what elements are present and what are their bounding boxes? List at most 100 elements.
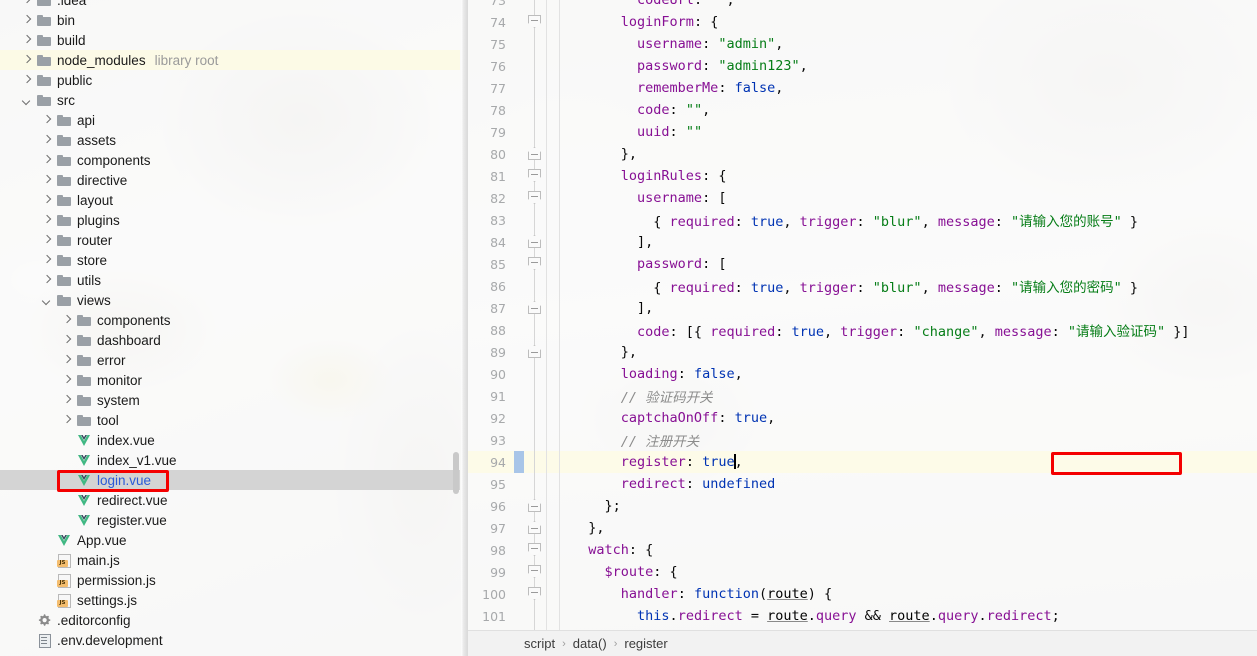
gutter-change-marker[interactable] xyxy=(514,187,524,209)
gutter-change-marker[interactable] xyxy=(514,583,524,605)
code-fold-marker[interactable] xyxy=(524,11,546,33)
code-fold-marker[interactable] xyxy=(524,165,546,187)
code-line-text[interactable]: ], xyxy=(572,300,1257,316)
fold-end-icon[interactable] xyxy=(528,345,541,358)
code-line-text[interactable]: codeUrl: "", xyxy=(572,0,1257,8)
code-line-81[interactable]: 81 loginRules: { xyxy=(468,165,1257,187)
fold-end-icon[interactable] xyxy=(528,499,541,512)
code-line-text[interactable]: username: "admin", xyxy=(572,36,1257,52)
fold-collapse-icon[interactable] xyxy=(528,565,541,578)
code-fold-marker[interactable] xyxy=(524,187,546,209)
gutter-change-marker[interactable] xyxy=(514,363,524,385)
code-line-text[interactable]: }, xyxy=(572,520,1257,536)
project-tree-panel[interactable]: .idea bin build node_modules library root pub… xyxy=(0,0,468,656)
tree-item-login-vue[interactable]: login.vue xyxy=(0,470,460,490)
code-line-text[interactable]: handler: function(route) { xyxy=(572,586,1257,602)
chevron-right-icon[interactable] xyxy=(42,255,53,266)
fold-end-icon[interactable] xyxy=(528,521,541,534)
code-text-area[interactable]: 73 codeUrl: "", 74 loginForm: {75 usernam… xyxy=(468,0,1257,630)
code-line-text[interactable]: { required: true, trigger: "blur", messa… xyxy=(572,276,1257,296)
gutter-change-marker[interactable] xyxy=(514,297,524,319)
gutter-change-marker[interactable] xyxy=(514,517,524,539)
code-line-76[interactable]: 76 password: "admin123", xyxy=(468,55,1257,77)
code-line-91[interactable]: 91 // 验证码开关 xyxy=(468,385,1257,407)
code-line-78[interactable]: 78 code: "", xyxy=(468,99,1257,121)
code-line-text[interactable]: uuid: "" xyxy=(572,124,1257,140)
gutter-change-marker[interactable] xyxy=(514,605,524,627)
code-line-86[interactable]: 86 { required: true, trigger: "blur", me… xyxy=(468,275,1257,297)
code-line-95[interactable]: 95 redirect: undefined xyxy=(468,473,1257,495)
gutter-change-marker[interactable] xyxy=(514,99,524,121)
gutter-change-marker[interactable] xyxy=(514,561,524,583)
gutter-change-marker[interactable] xyxy=(514,231,524,253)
tree-item-components[interactable]: components xyxy=(0,310,460,330)
gutter-change-marker[interactable] xyxy=(514,319,524,341)
fold-collapse-icon[interactable] xyxy=(528,191,541,204)
tree-item-router[interactable]: router xyxy=(0,230,460,250)
chevron-right-icon[interactable] xyxy=(22,0,33,6)
tree-item-assets[interactable]: assets xyxy=(0,130,460,150)
chevron-right-icon[interactable] xyxy=(22,15,33,26)
tree-item-register-vue[interactable]: register.vue xyxy=(0,510,460,530)
tree-item-editorconfig[interactable]: .editorconfig xyxy=(0,610,460,630)
tree-item-utils[interactable]: utils xyxy=(0,270,460,290)
code-line-text[interactable]: username: [ xyxy=(572,190,1257,206)
code-line-89[interactable]: 89 }, xyxy=(468,341,1257,363)
code-line-text[interactable]: $route: { xyxy=(572,564,1257,580)
tree-item-settings-js[interactable]: settings.js xyxy=(0,590,460,610)
gutter-change-marker[interactable] xyxy=(514,121,524,143)
chevron-right-icon[interactable] xyxy=(62,355,73,366)
code-fold-marker[interactable] xyxy=(524,341,546,363)
tree-item-store[interactable]: store xyxy=(0,250,460,270)
gutter-change-marker[interactable] xyxy=(514,253,524,275)
breadcrumb-item-script[interactable]: script xyxy=(524,636,555,651)
project-tree-scrollbar-thumb[interactable] xyxy=(453,452,459,494)
tree-item-index-v1-vue[interactable]: index_v1.vue xyxy=(0,450,460,470)
code-line-text[interactable]: }, xyxy=(572,344,1257,360)
tree-item-public[interactable]: public xyxy=(0,70,460,90)
project-tree-scrollbar[interactable] xyxy=(452,0,460,656)
tree-item-index-vue[interactable]: index.vue xyxy=(0,430,460,450)
code-line-text[interactable]: register: true, xyxy=(572,454,1257,470)
code-line-94[interactable]: 94 register: true, xyxy=(468,451,1257,473)
tree-item-dashboard[interactable]: dashboard xyxy=(0,330,460,350)
gutter-change-marker[interactable] xyxy=(514,77,524,99)
code-line-88[interactable]: 88 code: [{ required: true, trigger: "ch… xyxy=(468,319,1257,341)
code-line-79[interactable]: 79 uuid: "" xyxy=(468,121,1257,143)
tree-item-node-modules[interactable]: node_modules library root xyxy=(0,50,460,70)
code-line-text[interactable]: loginForm: { xyxy=(572,14,1257,30)
code-fold-marker[interactable] xyxy=(524,143,546,165)
chevron-right-icon[interactable] xyxy=(62,335,73,346)
code-fold-marker[interactable] xyxy=(524,495,546,517)
gutter-change-marker[interactable] xyxy=(514,407,524,429)
code-line-text[interactable]: watch: { xyxy=(572,542,1257,558)
tree-item-bin[interactable]: bin xyxy=(0,10,460,30)
gutter-change-marker[interactable] xyxy=(514,539,524,561)
tree-item-plugins[interactable]: plugins xyxy=(0,210,460,230)
tree-item-redirect-vue[interactable]: redirect.vue xyxy=(0,490,460,510)
chevron-right-icon[interactable] xyxy=(62,415,73,426)
fold-collapse-icon[interactable] xyxy=(528,15,541,28)
code-line-text[interactable]: }; xyxy=(572,498,1257,514)
code-line-82[interactable]: 82 username: [ xyxy=(468,187,1257,209)
chevron-right-icon[interactable] xyxy=(62,315,73,326)
code-fold-marker[interactable] xyxy=(524,231,546,253)
code-line-text[interactable]: loading: false, xyxy=(572,366,1257,382)
code-line-text[interactable]: code: [{ required: true, trigger: "chang… xyxy=(572,320,1257,340)
tree-item-error[interactable]: error xyxy=(0,350,460,370)
code-line-97[interactable]: 97 }, xyxy=(468,517,1257,539)
code-line-87[interactable]: 87 ], xyxy=(468,297,1257,319)
tree-item-app-vue[interactable]: App.vue xyxy=(0,530,460,550)
code-line-73[interactable]: 73 codeUrl: "", xyxy=(468,0,1257,11)
fold-end-icon[interactable] xyxy=(528,301,541,314)
chevron-right-icon[interactable] xyxy=(22,75,33,86)
fold-collapse-icon[interactable] xyxy=(528,587,541,600)
code-line-74[interactable]: 74 loginForm: { xyxy=(468,11,1257,33)
chevron-right-icon[interactable] xyxy=(22,35,33,46)
code-line-75[interactable]: 75 username: "admin", xyxy=(468,33,1257,55)
gutter-change-marker[interactable] xyxy=(514,385,524,407)
code-line-text[interactable]: password: [ xyxy=(572,256,1257,272)
code-fold-marker[interactable] xyxy=(524,561,546,583)
panel-divider[interactable] xyxy=(461,0,468,656)
tree-item-env-development[interactable]: .env.development xyxy=(0,630,460,650)
